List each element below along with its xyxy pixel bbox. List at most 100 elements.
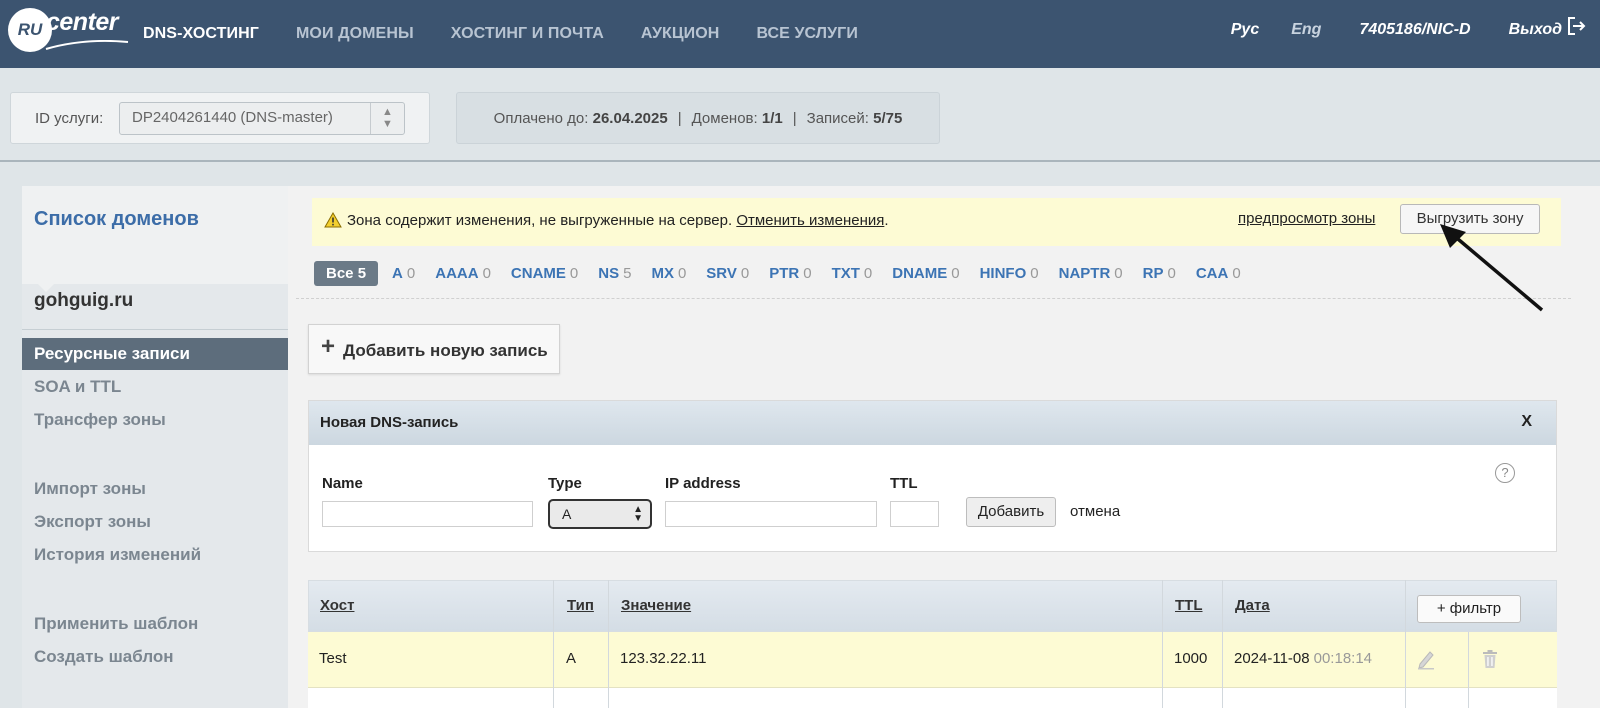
filter-hinfo[interactable]: HINFO 0	[980, 265, 1039, 282]
table-row[interactable]: Test A 123.32.22.11 1000 2024-11-08 00:18…	[308, 632, 1557, 688]
filter-count: 0	[677, 264, 687, 282]
logout-icon[interactable]	[1566, 16, 1586, 36]
type-select[interactable]: A ▲ ▼	[548, 499, 652, 529]
records-value: 5/75	[873, 109, 903, 127]
col-value-header[interactable]: Значение	[621, 597, 691, 614]
sidebar-item-import-zone[interactable]: Импорт зоны	[22, 473, 288, 505]
sidebar-item-apply-template[interactable]: Применить шаблон	[22, 608, 288, 640]
filter-count: 0	[1114, 264, 1123, 282]
filter-label: PTR	[769, 264, 800, 282]
col-ttl-header[interactable]: TTL	[1175, 597, 1203, 614]
domain-list-link[interactable]: Список доменов	[34, 208, 199, 231]
cell-date-value: 2024-11-08	[1234, 650, 1310, 667]
ru-center-logo[interactable]: RU center	[8, 6, 129, 54]
help-icon[interactable]: ?	[1495, 463, 1515, 483]
filter-count: 0	[569, 264, 579, 282]
ttl-input[interactable]	[890, 501, 939, 527]
sidebar-item-create-template[interactable]: Создать шаблон	[22, 641, 288, 673]
cell-ttl: 1000	[1174, 650, 1208, 667]
sidebar-item-zone-transfer[interactable]: Трансфер зоны	[22, 404, 288, 436]
filter-label: A	[392, 264, 403, 282]
filter-label: SRV	[706, 264, 737, 282]
filter-count: 0	[1232, 264, 1241, 282]
col-date-header[interactable]: Дата	[1235, 597, 1270, 614]
filter-label: DNAME	[892, 264, 948, 282]
user-area: Рус Eng 7405186/NIC-D Выход	[1193, 0, 1562, 60]
alert-message: Зона содержит изменения, не выгруженные …	[347, 212, 889, 229]
nav-auction[interactable]: АУКЦИОН	[641, 25, 720, 43]
filter-txt[interactable]: TXT 0	[832, 265, 873, 282]
service-id-value: DP2404261440 (DNS-master)	[132, 109, 333, 126]
col-type-header[interactable]: Тип	[567, 597, 594, 614]
stats-separator: |	[677, 109, 682, 127]
filter-label: NAPTR	[1058, 264, 1111, 282]
edit-pencil-icon[interactable]	[1416, 648, 1436, 670]
nav-all-services[interactable]: ВСЕ УСЛУГИ	[756, 25, 857, 43]
filter-count: 0	[482, 264, 491, 282]
record-type-filters: Все 5 A0 AAAA 0 CNAME 0 NS 5 MX 0 SRV 0 PTR 0 …	[314, 260, 1261, 286]
ip-label: IP address	[665, 475, 741, 492]
filter-aaaa[interactable]: AAAA 0	[435, 265, 491, 282]
divider	[0, 160, 1600, 162]
service-id-label: ID услуги:	[35, 110, 104, 127]
add-record-label: Добавить новую запись	[343, 341, 548, 360]
cell-value: 123.32.22.11	[620, 650, 707, 667]
undo-changes-link[interactable]: Отменить изменения	[736, 212, 884, 229]
column-separator	[1162, 580, 1163, 708]
account-id[interactable]: 7405186/NIC-D	[1359, 21, 1470, 39]
add-button[interactable]: Добавить	[966, 497, 1056, 527]
filter-cname[interactable]: CNAME 0	[511, 265, 578, 282]
nav-dns-hosting[interactable]: DNS-ХОСТИНГ	[143, 25, 259, 43]
left-sidebar: Список доменов gohguig.ru Ресурсные запи…	[22, 186, 288, 708]
column-separator	[553, 580, 554, 708]
nav-hosting-mail[interactable]: ХОСТИНГ И ПОЧТА	[451, 25, 604, 43]
filter-ns[interactable]: NS 5	[598, 265, 631, 282]
nav-my-domains[interactable]: МОИ ДОМЕНЫ	[296, 25, 414, 43]
filter-srv[interactable]: SRV 0	[706, 265, 749, 282]
filter-label: AAAA	[435, 264, 479, 282]
filter-dname[interactable]: DNAME 0	[892, 265, 959, 282]
close-panel-button[interactable]: X	[1521, 413, 1532, 431]
stats-separator: |	[792, 109, 797, 127]
alert-text: Зона содержит изменения, не выгруженные …	[347, 212, 733, 229]
unsaved-changes-alert: Зона содержит изменения, не выгруженные …	[312, 198, 1561, 246]
select-arrows-icon: ▲ ▼	[370, 103, 404, 134]
cancel-link[interactable]: отмена	[1070, 503, 1120, 520]
filter-count: 0	[951, 264, 960, 282]
lang-ru-link[interactable]: Рус	[1231, 21, 1259, 39]
domains-label: Доменов:	[691, 109, 758, 127]
add-record-button[interactable]: + Добавить новую запись	[308, 324, 560, 374]
paid-label: Оплачено до:	[493, 109, 589, 127]
filter-a[interactable]: A0	[392, 265, 415, 282]
sidebar-item-soa-ttl[interactable]: SOA и TTL	[22, 371, 288, 403]
cell-date: 2024-11-08 00:18:14	[1234, 650, 1372, 667]
filter-rp[interactable]: RP 0	[1143, 265, 1176, 282]
service-id-select[interactable]: DP2404261440 (DNS-master) ▲ ▼	[119, 102, 405, 135]
filter-all[interactable]: Все 5	[314, 260, 379, 286]
col-host-header[interactable]: Хост	[320, 597, 354, 614]
main-nav: DNS-ХОСТИНГ МОИ ДОМЕНЫ ХОСТИНГ И ПОЧТА А…	[143, 0, 895, 68]
ip-address-input[interactable]	[665, 501, 877, 527]
name-input[interactable]	[322, 501, 533, 527]
sidebar-item-export-zone[interactable]: Экспорт зоны	[22, 506, 288, 538]
sidebar-item-resource-records[interactable]: Ресурсные записи	[22, 338, 288, 370]
cell-type: A	[566, 650, 577, 667]
logout-link[interactable]: Выход	[1509, 21, 1562, 39]
add-filter-button[interactable]: + фильтр	[1417, 595, 1521, 623]
filter-label: CNAME	[510, 264, 566, 282]
delete-trash-icon[interactable]	[1480, 648, 1500, 670]
filter-ptr[interactable]: PTR 0	[769, 265, 811, 282]
ttl-label: TTL	[890, 475, 918, 492]
sidebar-item-history[interactable]: История изменений	[22, 539, 288, 571]
lang-en-link[interactable]: Eng	[1291, 21, 1321, 39]
panel-title: Новая DNS-запись	[320, 414, 459, 431]
filter-caa[interactable]: CAA 0	[1196, 265, 1241, 282]
domains-value: 1/1	[761, 109, 783, 127]
dashed-divider	[296, 298, 1571, 299]
column-separator	[1405, 580, 1406, 708]
cell-time-value: 00:18:14	[1313, 650, 1373, 667]
filter-naptr[interactable]: NAPTR 0	[1059, 265, 1123, 282]
filter-count: 0	[803, 264, 812, 282]
zone-preview-link[interactable]: предпросмотр зоны	[1238, 210, 1375, 227]
filter-mx[interactable]: MX 0	[651, 265, 686, 282]
